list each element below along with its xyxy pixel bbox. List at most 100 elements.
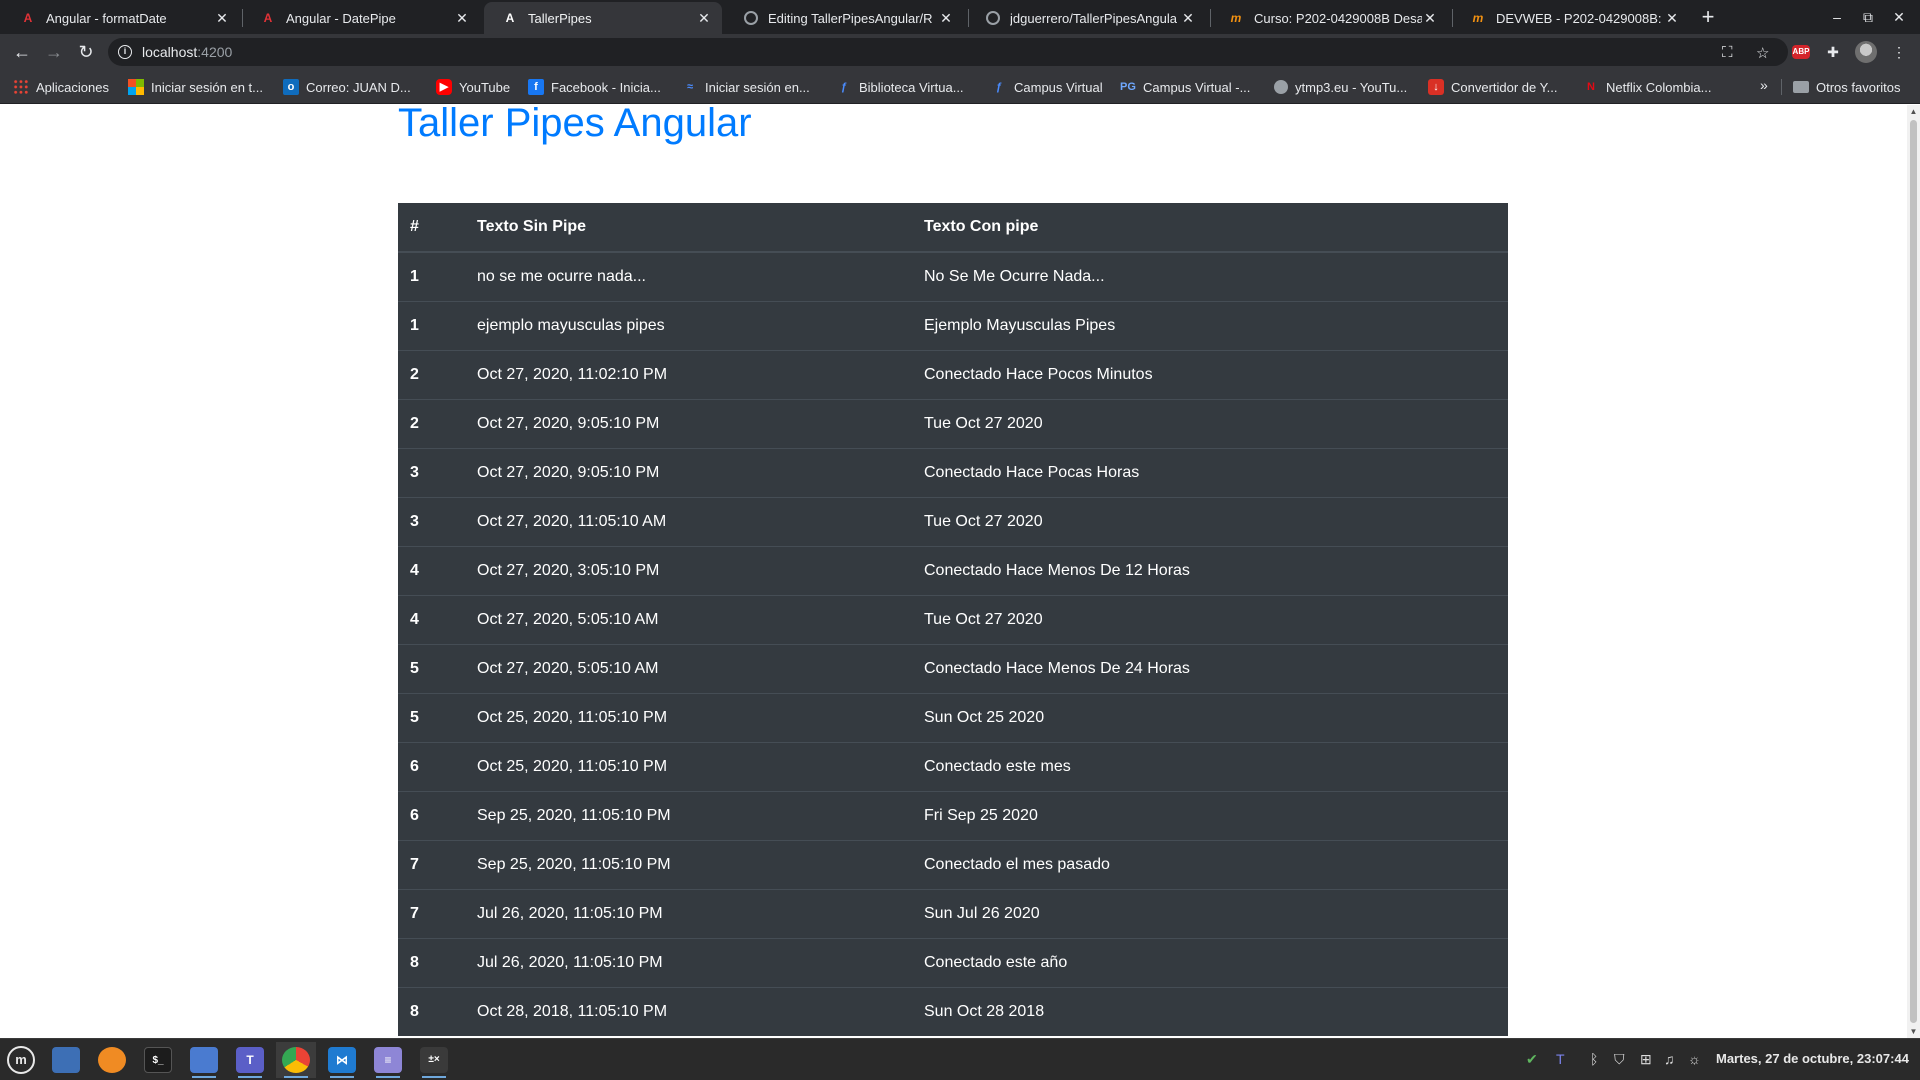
table-row: 1 no se me ocurre nada... No Se Me Ocurre … [398,251,1508,301]
teams-button[interactable]: T [230,1042,270,1078]
table-body: 1 no se me ocurre nada... No Se Me Ocurre … [398,251,1508,1036]
angular-icon: A [23,11,33,25]
tab-angular-formatdate[interactable]: A Angular - formatDate ✕ [2,2,240,34]
row-number: 5 [398,643,465,693]
row-number: 3 [398,496,465,546]
running-indicator [192,1076,216,1078]
bookmark-youtube[interactable]: ▶ YouTube [436,77,510,97]
youtube-icon: ▶ [436,79,452,95]
teams-tray-icon[interactable]: T [1556,1051,1565,1067]
cell-texto-sin-pipe: Jul 26, 2020, 11:05:10 PM [465,937,912,987]
bookmark-label: Iniciar sesión en t... [151,79,263,95]
cell-texto-con-pipe: Fri Sep 25 2020 [912,790,1508,840]
network-icon[interactable]: ⊞ [1640,1051,1652,1068]
bookmark-iniciar-sesion[interactable]: ≈ Iniciar sesión en... [682,77,810,97]
close-icon[interactable]: ✕ [1180,10,1196,27]
address-bar[interactable]: i localhost:4200 ⛶ ☆ [108,38,1788,66]
sound-icon[interactable]: ♫ [1664,1051,1675,1067]
cell-texto-con-pipe: Sun Jul 26 2020 [912,888,1508,938]
bookmark-ytmp3[interactable]: ytmp3.eu - YouTu... [1274,77,1407,97]
cell-texto-con-pipe: Conectado Hace Menos De 12 Horas [912,545,1508,595]
mint-menu-button[interactable]: m [1,1042,41,1078]
tab-tallerpipes[interactable]: A TallerPipes ✕ [484,2,722,34]
taskbar-clock[interactable]: Martes, 27 de octubre, 23:07:44 [1716,1051,1909,1066]
more-bookmarks-chevron-icon[interactable]: » [1760,77,1768,93]
row-number: 8 [398,986,465,1036]
restore-button[interactable]: ⧉ [1853,6,1883,28]
tab-title: Curso: P202-0429008B Desarr [1254,10,1422,26]
bookmark-netflix[interactable]: N Netflix Colombia... [1583,77,1711,97]
table-row: 8 Oct 28, 2018, 11:05:10 PM Sun Oct 28 201… [398,986,1508,1036]
brightness-icon[interactable]: ☼ [1688,1051,1701,1067]
table-row: 2 Oct 27, 2020, 11:02:10 PM Conectado Hace… [398,349,1508,399]
bookmark-campus-virtual[interactable]: ƒ Campus Virtual [991,77,1103,97]
translate-icon[interactable]: ⛶ [1722,44,1733,61]
update-manager-icon[interactable]: ✔ [1526,1051,1538,1068]
bookmark-convertidor[interactable]: ↓ Convertidor de Y... [1428,77,1557,97]
profile-avatar[interactable] [1855,41,1877,63]
new-tab-button[interactable]: + [1694,4,1722,32]
browser-tab-strip: A Angular - formatDate ✕ A Angular - Dat… [0,0,1920,34]
files-icon [190,1047,218,1073]
close-window-button[interactable]: ✕ [1884,6,1914,28]
cell-texto-con-pipe: Sun Oct 28 2018 [912,986,1508,1036]
calculator-button[interactable]: ±× [414,1042,454,1078]
info-icon[interactable]: i [118,45,132,59]
bookmark-label: Aplicaciones [36,79,109,95]
bookmark-star-icon[interactable]: ☆ [1756,44,1769,62]
cell-texto-con-pipe: Conectado el mes pasado [912,839,1508,889]
close-icon[interactable]: ✕ [1422,10,1438,27]
bookmark-label: Otros favoritos [1816,79,1901,95]
text-editor-button[interactable]: ≡ [368,1042,408,1078]
bookmark-biblioteca[interactable]: ƒ Biblioteca Virtua... [836,77,964,97]
tab-angular-datepipe[interactable]: A Angular - DatePipe ✕ [242,2,480,34]
facebook-icon: f [528,79,544,95]
tab-devweb[interactable]: m DEVWEB - P202-0429008B: Eje ✕ [1452,2,1690,34]
shield-icon[interactable]: ⛉ [1614,1051,1625,1068]
close-icon[interactable]: ✕ [1664,10,1680,27]
bookmark-correo[interactable]: o Correo: JUAN D... [283,77,411,97]
reload-button[interactable]: ↻ [72,38,100,66]
firefox-button[interactable] [92,1042,132,1078]
close-icon[interactable]: ✕ [938,10,954,27]
vscode-button[interactable]: ⋈ [322,1042,362,1078]
cell-texto-con-pipe: Ejemplo Mayusculas Pipes [912,300,1508,350]
running-indicator [422,1076,446,1078]
url-host: localhost [142,44,198,60]
files-button[interactable] [184,1042,224,1078]
bookmark-otros-favoritos[interactable]: Otros favoritos [1793,77,1901,97]
scroll-down-arrow-icon[interactable]: ▼ [1907,1025,1920,1038]
chrome-button[interactable] [276,1042,316,1078]
bookmark-label: Convertidor de Y... [1451,79,1558,95]
table-row: 6 Sep 25, 2020, 11:05:10 PM Fri Sep 25 202… [398,790,1508,840]
bookmark-campus-virtual-pg[interactable]: PG Campus Virtual -... [1120,77,1250,97]
tab-github-repo[interactable]: jdguerrero/TallerPipesAngula ✕ [968,2,1206,34]
forward-button[interactable]: → [40,38,68,66]
show-desktop-button[interactable] [46,1042,86,1078]
firefox-icon [98,1047,126,1073]
tab-curso[interactable]: m Curso: P202-0429008B Desarr ✕ [1210,2,1448,34]
angular-icon: A [505,11,515,25]
tab-editing-tallerpipes[interactable]: Editing TallerPipesAngular/R ✕ [726,2,964,34]
running-indicator [238,1076,262,1078]
back-button[interactable]: ← [8,38,36,66]
terminal-button[interactable]: $_ [138,1042,178,1078]
close-icon[interactable]: ✕ [696,10,712,27]
menu-kebab-icon[interactable]: ⋮ [1889,42,1909,62]
ytmp3-icon [1274,80,1288,94]
bookmark-apps[interactable]: Aplicaciones [13,77,109,97]
minimize-button[interactable]: – [1822,6,1852,28]
scroll-up-arrow-icon[interactable]: ▲ [1907,105,1920,118]
header-texto-con-pipe: Texto Con pipe [912,203,1508,253]
adblock-plus-icon[interactable]: ABP [1792,45,1810,59]
bookmark-facebook[interactable]: f Facebook - Inicia... [528,77,661,97]
scrollbar-thumb[interactable] [1910,120,1917,1023]
page-scrollbar[interactable]: ▲ ▼ [1907,105,1920,1038]
bluetooth-icon[interactable]: ᛒ [1590,1051,1598,1067]
bookmark-microsoft-login[interactable]: Iniciar sesión en t... [128,77,263,97]
close-icon[interactable]: ✕ [454,10,470,27]
extensions-icon[interactable]: ✚ [1823,42,1843,62]
tab-title: Angular - formatDate [46,10,167,26]
close-icon[interactable]: ✕ [214,10,230,27]
bookmark-label: ytmp3.eu - YouTu... [1295,79,1408,95]
